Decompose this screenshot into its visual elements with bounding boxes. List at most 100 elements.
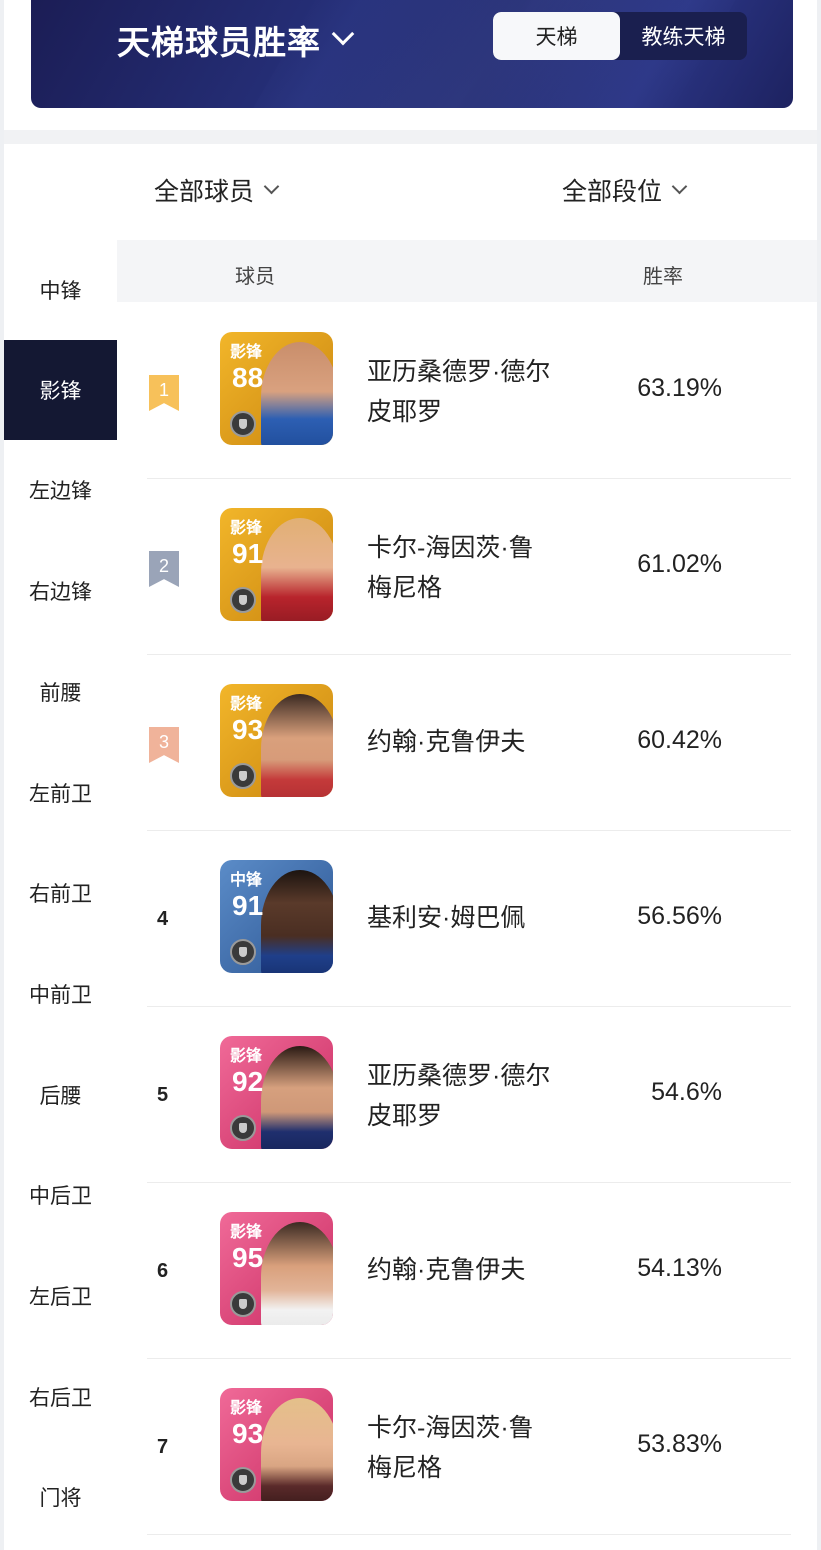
sidebar-item-rwf[interactable]: 右边锋 xyxy=(4,541,117,641)
table-row[interactable]: 6 影锋 95 约翰·克鲁伊夫 54.13% xyxy=(147,1182,791,1359)
card-rating: 92 xyxy=(232,1066,264,1097)
player-name: 基利安·姆巴佩 xyxy=(367,904,526,932)
card-rating: 88 xyxy=(232,362,264,393)
player-portrait xyxy=(261,694,333,797)
table-row[interactable]: 2 影锋 91 卡尔-海因茨·鲁梅尼格 61.02% xyxy=(147,478,791,655)
rank-cell: 6 xyxy=(147,1182,181,1358)
player-filter-label: 全部球员 xyxy=(154,178,255,206)
sidebar-item-lb[interactable]: 左后卫 xyxy=(4,1246,117,1346)
player-card[interactable]: 影锋 93 xyxy=(220,684,333,797)
player-name: 约翰·克鲁伊夫 xyxy=(367,728,526,756)
card-rating: 95 xyxy=(232,1242,264,1273)
rank-number: 4 xyxy=(157,908,169,930)
ladder-tabs: 天梯 教练天梯 xyxy=(493,12,747,60)
tier-filter-label: 全部段位 xyxy=(562,178,663,206)
sidebar-item-cb[interactable]: 中后卫 xyxy=(4,1145,117,1245)
card-position: 影锋 xyxy=(230,1048,263,1065)
club-badge-icon xyxy=(230,763,256,789)
rank-ribbon-icon: 1 xyxy=(149,375,179,411)
club-badge-icon xyxy=(230,939,256,965)
player-name: 亚历桑德罗·德尔皮耶罗 xyxy=(367,358,551,426)
rank-ribbon-icon: 2 xyxy=(149,551,179,587)
sidebar-item-cf[interactable]: 中锋 xyxy=(4,240,117,340)
player-winrate: 63.19% xyxy=(637,374,722,402)
sidebar-item-lmf[interactable]: 左前卫 xyxy=(4,743,117,843)
club-badge-icon xyxy=(230,1291,256,1317)
player-name: 亚历桑德罗·德尔皮耶罗 xyxy=(367,1062,551,1130)
position-sidebar: 中锋 影锋 左边锋 右边锋 前腰 左前卫 右前卫 中前卫 后腰 中后卫 左后卫 … xyxy=(4,240,117,1550)
page-title-dropdown[interactable]: 天梯球员胜率 xyxy=(117,16,355,64)
card-position: 中锋 xyxy=(230,872,263,889)
sidebar-item-ss[interactable]: 影锋 xyxy=(4,340,117,440)
column-header-winrate: 胜率 xyxy=(643,266,683,288)
player-card[interactable]: 影锋 92 xyxy=(220,1036,333,1149)
player-portrait xyxy=(261,1046,333,1149)
club-badge-icon xyxy=(230,1467,256,1493)
player-winrate: 54.13% xyxy=(637,1254,722,1282)
page: 天梯球员胜率 天梯 教练天梯 全部球员 全部段位 中锋 影锋 左边锋 右边锋 前… xyxy=(4,0,817,1550)
sidebar-item-amf[interactable]: 前腰 xyxy=(4,642,117,742)
player-filter-dropdown[interactable]: 全部球员 xyxy=(154,172,280,208)
player-card[interactable]: 影锋 88 xyxy=(220,332,333,445)
player-name: 卡尔-海因茨·鲁梅尼格 xyxy=(367,534,534,602)
player-card[interactable]: 影锋 93 xyxy=(220,1388,333,1501)
sidebar-item-rb[interactable]: 右后卫 xyxy=(4,1347,117,1447)
card-rating: 93 xyxy=(232,714,264,745)
player-winrate: 61.02% xyxy=(637,550,722,578)
header-banner: 天梯球员胜率 天梯 教练天梯 xyxy=(31,0,793,108)
card-position: 影锋 xyxy=(230,344,263,361)
page-title: 天梯球员胜率 xyxy=(117,24,321,61)
player-winrate: 56.56% xyxy=(637,902,722,930)
player-portrait xyxy=(261,1222,333,1325)
chevron-down-icon xyxy=(263,178,280,194)
player-winrate: 53.83% xyxy=(637,1430,722,1458)
rank-cell: 7 xyxy=(147,1358,181,1534)
card-rating: 91 xyxy=(232,890,264,921)
player-name: 约翰·克鲁伊夫 xyxy=(367,1256,526,1284)
table-header: 球员 胜率 xyxy=(117,240,817,302)
tab-coach-ladder[interactable]: 教练天梯 xyxy=(620,12,747,60)
rank-cell: 3 xyxy=(147,654,181,830)
table-row[interactable]: 3 影锋 93 约翰·克鲁伊夫 60.42% xyxy=(147,654,791,831)
rank-cell: 5 xyxy=(147,1006,181,1182)
player-portrait xyxy=(261,518,333,621)
sidebar-item-cmf[interactable]: 中前卫 xyxy=(4,944,117,1044)
player-winrate: 60.42% xyxy=(637,726,722,754)
card-position: 影锋 xyxy=(230,696,263,713)
rank-cell: 1 xyxy=(147,302,181,478)
rank-number: 6 xyxy=(157,1260,169,1282)
table-row[interactable]: 7 影锋 93 卡尔-海因茨·鲁梅尼格 53.83% xyxy=(147,1358,791,1535)
card-position: 影锋 xyxy=(230,1400,263,1417)
rank-ribbon-icon: 3 xyxy=(149,727,179,763)
section-divider xyxy=(4,130,817,144)
player-portrait xyxy=(261,342,333,445)
tab-ladder[interactable]: 天梯 xyxy=(493,12,620,60)
player-portrait xyxy=(261,1398,333,1501)
player-card[interactable]: 中锋 91 xyxy=(220,860,333,973)
chevron-down-icon xyxy=(671,178,688,194)
club-badge-icon xyxy=(230,411,256,437)
table-row[interactable]: 1 影锋 88 亚历桑德罗·德尔皮耶罗 63.19% xyxy=(147,302,791,479)
sidebar-item-lwf[interactable]: 左边锋 xyxy=(4,440,117,540)
sidebar-item-gk[interactable]: 门将 xyxy=(4,1447,117,1547)
player-card[interactable]: 影锋 95 xyxy=(220,1212,333,1325)
player-card[interactable]: 影锋 91 xyxy=(220,508,333,621)
sidebar-item-dmf[interactable]: 后腰 xyxy=(4,1045,117,1145)
card-rating: 93 xyxy=(232,1418,264,1449)
club-badge-icon xyxy=(230,1115,256,1141)
rank-cell: 2 xyxy=(147,478,181,654)
table-row[interactable]: 5 影锋 92 亚历桑德罗·德尔皮耶罗 54.6% xyxy=(147,1006,791,1183)
chevron-down-icon xyxy=(331,22,355,46)
player-portrait xyxy=(261,870,333,973)
sidebar-item-rmf[interactable]: 右前卫 xyxy=(4,843,117,943)
rank-number: 7 xyxy=(157,1436,169,1458)
table-row[interactable]: 4 中锋 91 基利安·姆巴佩 56.56% xyxy=(147,830,791,1007)
tier-filter-dropdown[interactable]: 全部段位 xyxy=(562,172,688,208)
rank-number: 5 xyxy=(157,1084,169,1106)
player-name: 卡尔-海因茨·鲁梅尼格 xyxy=(367,1414,534,1482)
column-header-player: 球员 xyxy=(235,266,275,288)
card-position: 影锋 xyxy=(230,1224,263,1241)
card-rating: 91 xyxy=(232,538,264,569)
club-badge-icon xyxy=(230,587,256,613)
player-winrate: 54.6% xyxy=(651,1078,722,1106)
